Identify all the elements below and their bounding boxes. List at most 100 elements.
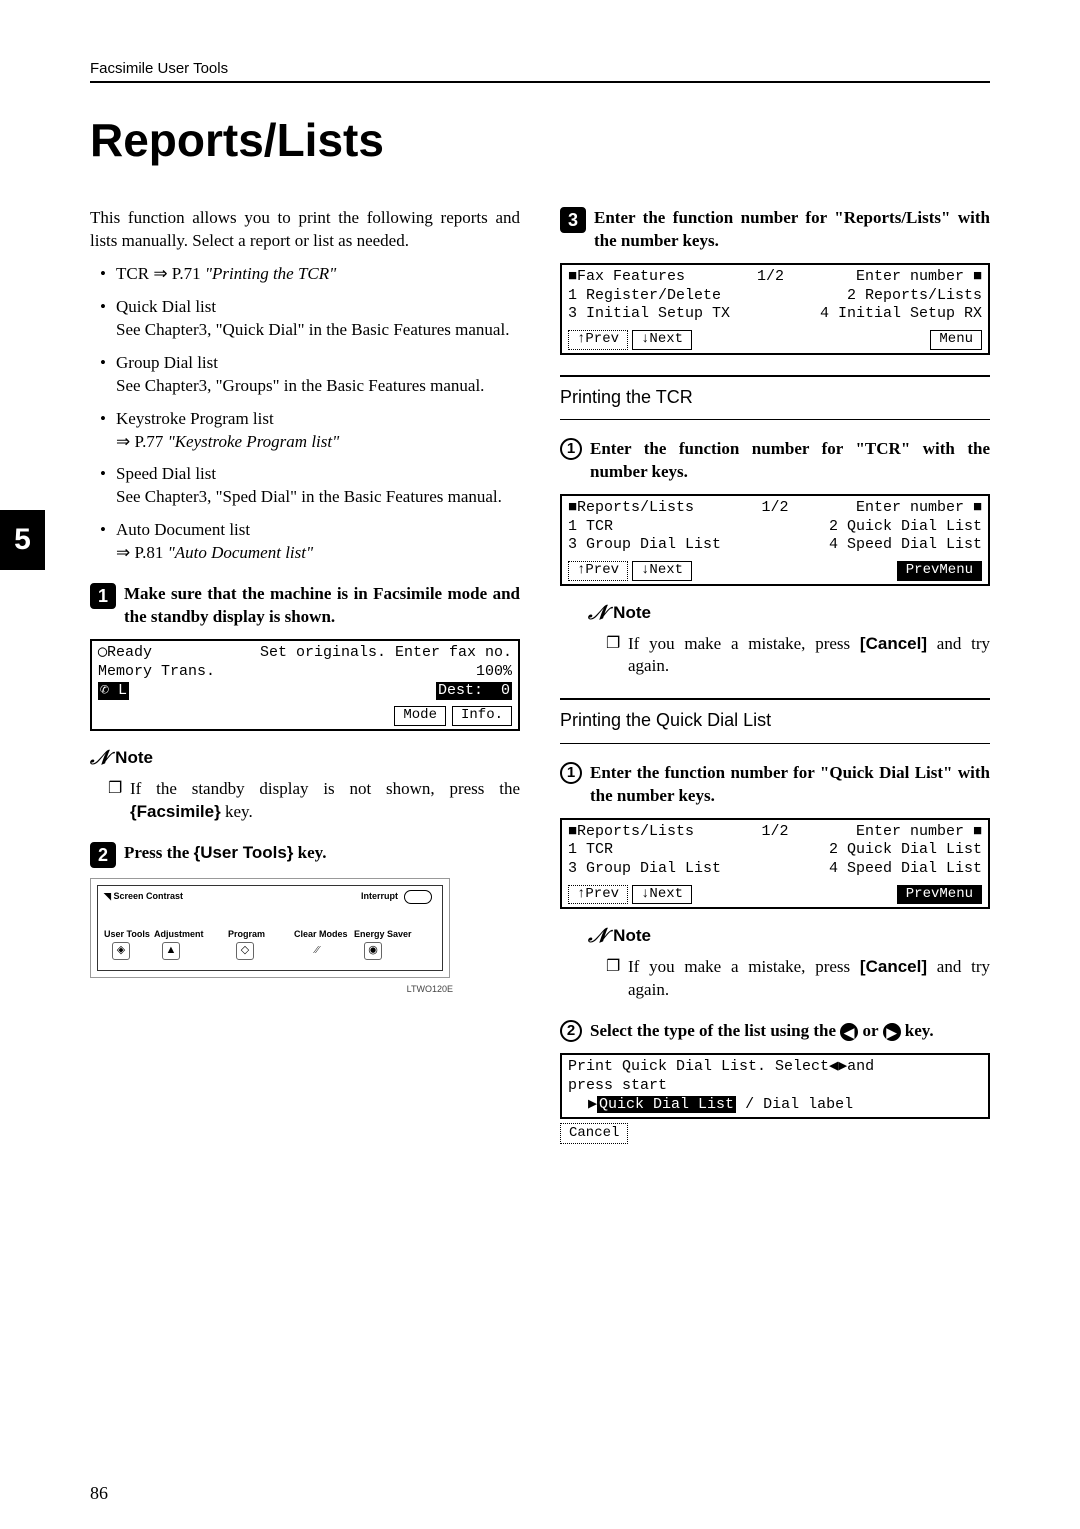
lcd-text: 3 Group Dial List: [568, 536, 721, 555]
note-text: If you make a mistake, press: [628, 634, 860, 653]
user-tools-button-icon: ◈: [112, 942, 130, 960]
bullet-ref-italic: "Auto Document list": [168, 543, 314, 562]
note-label: Note: [613, 925, 651, 948]
step-number-icon: 3: [560, 207, 586, 233]
bullet-sub: See Chapter3, "Groups" in the Basic Feat…: [116, 376, 484, 395]
substep-number-icon: 2: [560, 1020, 582, 1042]
bullet-head: Keystroke Program list: [116, 409, 274, 428]
note-heading: 𝒩 Note: [588, 923, 990, 950]
lcd-text: 1 TCR: [568, 841, 613, 860]
bullet-head: Group Dial list: [116, 353, 218, 372]
panel-label: Screen Contrast: [113, 891, 183, 901]
note-label: Note: [613, 602, 651, 625]
substep-qd-2: 2 Select the type of the list using the …: [560, 1020, 990, 1043]
lcd-text: Dest: 0: [436, 682, 512, 701]
bullet-ref: ⇒ P.71: [153, 264, 200, 283]
bullet-group-dial: Group Dial list See Chapter3, "Groups" i…: [100, 352, 520, 398]
clear-modes-button-icon: ⁄⁄: [308, 942, 326, 960]
lcd-soft-button: ↓Next: [632, 561, 692, 581]
lcd-text: 1 Register/Delete: [568, 287, 721, 306]
note-icon: 𝒩: [588, 600, 607, 627]
lcd-text: 4 Initial Setup RX: [820, 305, 982, 324]
bullet-ref-italic: "Printing the TCR": [205, 264, 336, 283]
step-text: key.: [293, 843, 326, 862]
step-3: 3 Enter the function number for "Reports…: [560, 207, 990, 253]
note-keycap: [Cancel]: [860, 957, 927, 976]
note-body: If you make a mistake, press [Cancel] an…: [588, 633, 990, 679]
bullet-sub: See Chapter3, "Sped Dial" in the Basic F…: [116, 487, 502, 506]
panel-label: Energy Saver: [354, 928, 412, 940]
step-2-text: Press the {User Tools} key.: [124, 842, 520, 865]
lcd-text: 2 Quick Dial List: [829, 841, 982, 860]
step-1: 1 Make sure that the machine is in Facsi…: [90, 583, 520, 629]
bullet-speed-dial: Speed Dial list See Chapter3, "Sped Dial…: [100, 463, 520, 509]
bullet-tcr: TCR ⇒ P.71 "Printing the TCR": [100, 263, 520, 286]
lcd-text: 100%: [476, 663, 512, 682]
lcd-text: press start: [568, 1077, 982, 1096]
lcd-text: 4 Speed Dial List: [829, 860, 982, 879]
bullet-head: Quick Dial list: [116, 297, 216, 316]
lcd-option: Quick Dial List: [597, 1096, 736, 1113]
energy-saver-button-icon: ◉: [364, 942, 382, 960]
lcd-print-quick-dial: Print Quick Dial List. Select◀▶and press…: [560, 1053, 990, 1119]
lcd-soft-button: PrevMenu: [897, 561, 982, 581]
step-3-text: Enter the function number for "Reports/L…: [594, 207, 990, 253]
lcd-text: ✆ L: [98, 682, 129, 701]
page-title: Reports/Lists: [90, 113, 990, 167]
lcd-soft-button: ↑Prev: [568, 885, 628, 905]
lcd-text: ■Fax Features: [568, 268, 685, 287]
note-text: If you make a mistake, press: [628, 957, 860, 976]
note-text: If the standby display is not shown, pre…: [130, 779, 520, 798]
substep-tcr-1: 1 Enter the function number for "TCR" wi…: [560, 438, 990, 484]
lcd-text: 1/2: [757, 268, 784, 287]
lcd-soft-button: Cancel: [560, 1123, 628, 1144]
lcd-text: ■Reports/Lists: [568, 499, 694, 518]
section-printing-tcr: Printing the TCR: [560, 375, 990, 420]
bullet-keystroke: Keystroke Program list ⇒ P.77 "Keystroke…: [100, 408, 520, 454]
step-2: 2 Press the {User Tools} key.: [90, 842, 520, 868]
lcd-soft-button: PrevMenu: [897, 885, 982, 905]
lcd-text: Enter number ■: [856, 823, 982, 842]
section-printing-quick-dial: Printing the Quick Dial List: [560, 698, 990, 743]
step-text: key.: [901, 1021, 934, 1040]
lcd-text: Memory Trans.: [98, 663, 215, 682]
lcd-reports-lists-qd: ■Reports/Lists1/2Enter number ■ 1 TCR2 Q…: [560, 818, 990, 910]
note-icon: 𝒩: [588, 923, 607, 950]
bullet-sub: See Chapter3, "Quick Dial" in the Basic …: [116, 320, 509, 339]
running-header: Facsimile User Tools: [90, 60, 990, 83]
control-panel-photo: ◥ Screen Contrast Interrupt User Tools A…: [90, 878, 450, 978]
note-text: key.: [221, 802, 253, 821]
lcd-text: Enter number ■: [856, 499, 982, 518]
lcd-option: Dial label: [763, 1096, 853, 1113]
lcd-soft-button: Menu: [930, 330, 982, 350]
lcd-soft-button: ↑Prev: [568, 330, 628, 350]
bullet-ref-italic: "Keystroke Program list": [168, 432, 340, 451]
substep-number-icon: 1: [560, 762, 582, 784]
lcd-text: /: [736, 1096, 763, 1113]
note-heading: 𝒩 Note: [90, 745, 520, 772]
left-arrow-icon: ◀: [840, 1023, 858, 1041]
substep-qd-1: 1 Enter the function number for "Quick D…: [560, 762, 990, 808]
step-number-icon: 1: [90, 583, 116, 609]
bullet-ref: ⇒ P.81: [116, 543, 163, 562]
panel-label: Program: [228, 928, 265, 940]
interrupt-switch-icon: [404, 890, 432, 904]
lcd-text: 3 Initial Setup TX: [568, 305, 730, 324]
step-1-text: Make sure that the machine is in Facsimi…: [124, 583, 520, 629]
bullet-head: TCR: [116, 264, 149, 283]
bullet-quick-dial: Quick Dial list See Chapter3, "Quick Dia…: [100, 296, 520, 342]
substep-text: Enter the function number for "Quick Dia…: [590, 762, 990, 808]
bullet-head: Auto Document list: [116, 520, 250, 539]
note-icon: 𝒩: [90, 745, 109, 772]
lcd-soft-button: Info.: [452, 706, 512, 726]
intro-text: This function allows you to print the fo…: [90, 207, 520, 253]
lcd-text: 1/2: [761, 823, 788, 842]
lcd-text: 4 Speed Dial List: [829, 536, 982, 555]
figure-caption: LTWO120E: [407, 983, 453, 995]
lcd-text: 1/2: [761, 499, 788, 518]
note-keycap: Facsimile: [137, 802, 215, 821]
panel-label: Clear Modes: [294, 928, 348, 940]
step-text: Press the: [124, 843, 194, 862]
step-text: Select the type of the list using the: [590, 1021, 840, 1040]
lcd-text: 1 TCR: [568, 518, 613, 537]
